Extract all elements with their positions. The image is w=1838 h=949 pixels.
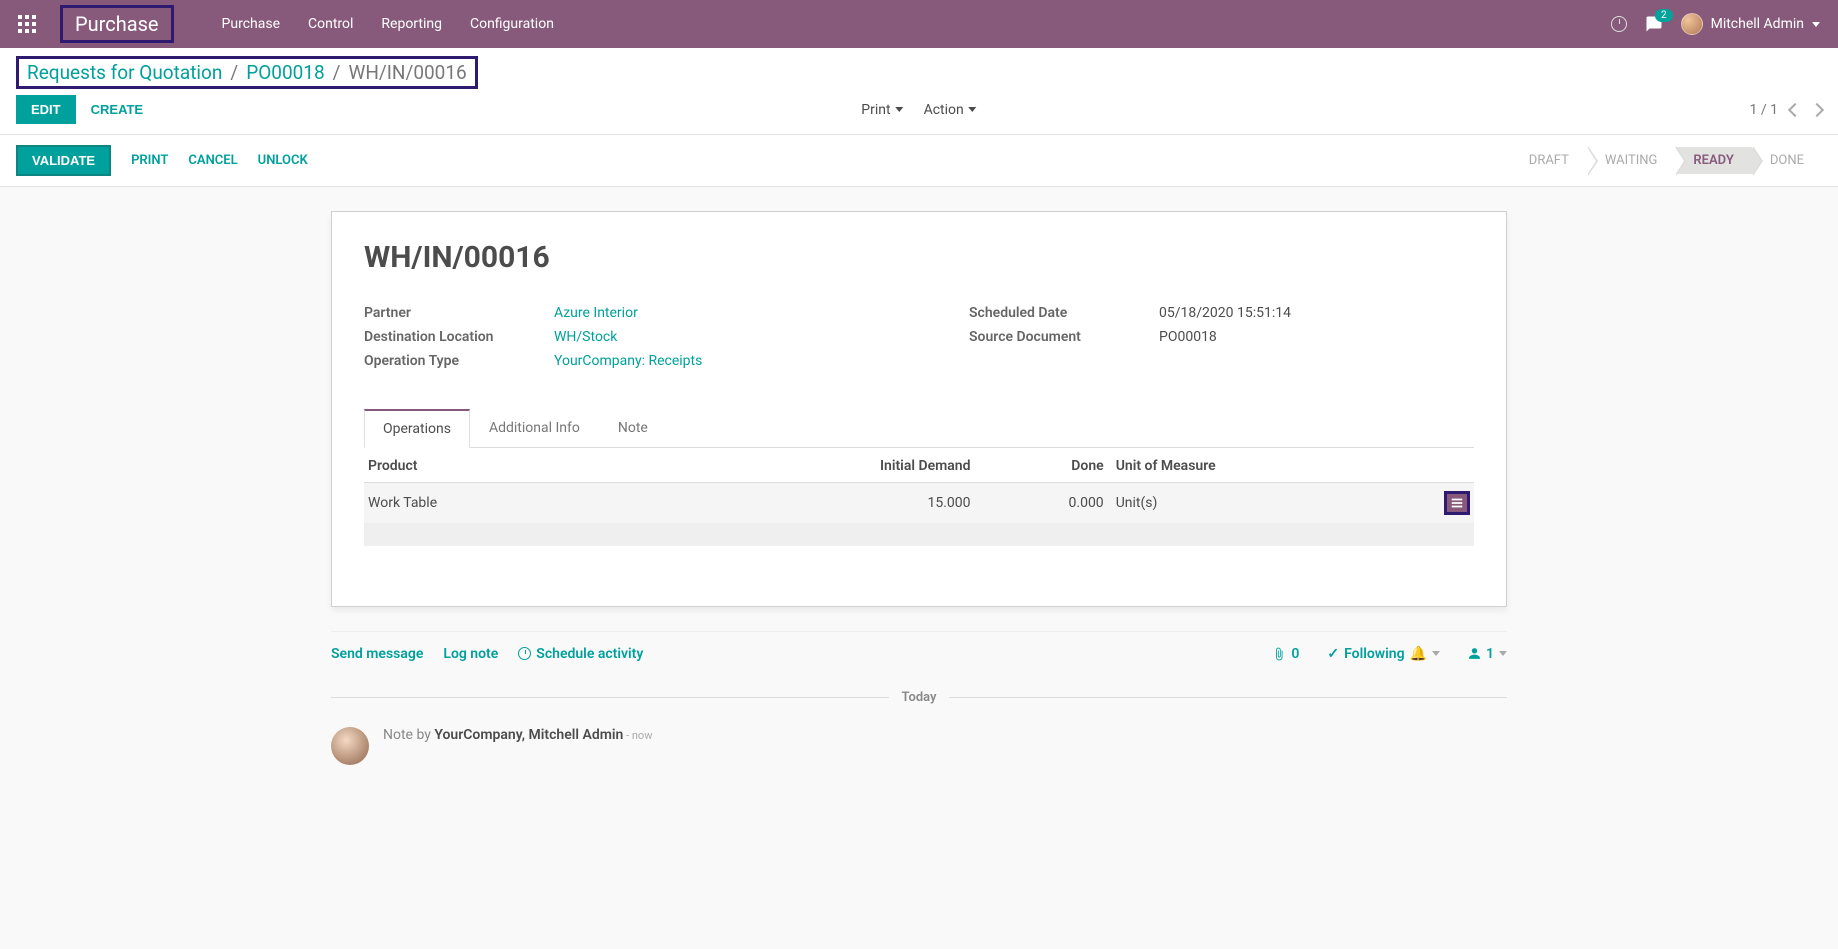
chevron-down-icon bbox=[969, 107, 977, 112]
col-product: Product bbox=[364, 448, 808, 483]
menu-configuration[interactable]: Configuration bbox=[470, 16, 554, 32]
chatter: Send message Log note Schedule activity … bbox=[331, 631, 1507, 773]
tab-operations[interactable]: Operations bbox=[364, 409, 470, 448]
breadcrumb-current: WH/IN/00016 bbox=[349, 61, 467, 84]
tab-additional-info[interactable]: Additional Info bbox=[470, 409, 599, 447]
col-done: Done bbox=[975, 448, 1108, 483]
validate-button[interactable]: VALIDATE bbox=[16, 145, 111, 176]
scheduled-date-value: 05/18/2020 15:51:14 bbox=[1159, 305, 1291, 321]
check-icon: ✓ bbox=[1327, 646, 1339, 662]
print-button[interactable]: PRINT bbox=[131, 153, 168, 168]
today-separator: Today bbox=[331, 690, 1507, 705]
top-menu: Purchase Control Reporting Configuration bbox=[222, 16, 554, 32]
activity-icon[interactable] bbox=[1611, 16, 1627, 32]
breadcrumb-root[interactable]: Requests for Quotation bbox=[27, 61, 222, 84]
avatar-icon bbox=[1681, 13, 1703, 35]
menu-reporting[interactable]: Reporting bbox=[381, 16, 442, 32]
apps-icon[interactable] bbox=[18, 15, 36, 33]
table-row[interactable]: Work Table 15.000 0.000 Unit(s) bbox=[364, 483, 1474, 524]
schedule-activity-button[interactable]: Schedule activity bbox=[518, 646, 643, 662]
user-name: Mitchell Admin bbox=[1711, 16, 1804, 32]
tabs: Operations Additional Info Note bbox=[364, 409, 1474, 448]
cell-done: 0.000 bbox=[975, 483, 1108, 524]
col-initial-demand: Initial Demand bbox=[808, 448, 975, 483]
following-button[interactable]: ✓ Following 🔔 bbox=[1327, 646, 1440, 662]
form-area: WH/IN/00016 Partner Azure Interior Desti… bbox=[0, 187, 1838, 631]
operation-type-label: Operation Type bbox=[364, 353, 554, 369]
top-right: 2 Mitchell Admin bbox=[1611, 13, 1820, 35]
pager-next-icon[interactable] bbox=[1810, 102, 1824, 116]
chevron-down-icon bbox=[896, 107, 904, 112]
message-item: Note by YourCompany, Mitchell Admin - no… bbox=[331, 719, 1507, 773]
chevron-down-icon bbox=[1499, 651, 1507, 656]
cell-product: Work Table bbox=[364, 483, 808, 524]
chevron-down-icon bbox=[1812, 22, 1820, 27]
create-button[interactable]: CREATE bbox=[76, 95, 158, 124]
breadcrumb-sep: / bbox=[333, 61, 341, 84]
detail-button[interactable] bbox=[1444, 491, 1470, 515]
menu-purchase[interactable]: Purchase bbox=[222, 16, 280, 32]
paperclip-icon bbox=[1272, 647, 1286, 661]
cell-uom: Unit(s) bbox=[1108, 483, 1386, 524]
breadcrumb-mid[interactable]: PO00018 bbox=[246, 61, 324, 84]
scheduled-date-label: Scheduled Date bbox=[969, 305, 1159, 321]
cell-initial: 15.000 bbox=[808, 483, 975, 524]
table-totals-row bbox=[364, 524, 1474, 546]
action-dropdown[interactable]: Action bbox=[924, 102, 977, 118]
note-time: - now bbox=[623, 729, 652, 742]
note-author: YourCompany, Mitchell Admin bbox=[434, 727, 623, 743]
destination-label: Destination Location bbox=[364, 329, 554, 345]
stage-draft[interactable]: DRAFT bbox=[1511, 147, 1587, 174]
person-icon bbox=[1468, 647, 1481, 660]
cancel-button[interactable]: CANCEL bbox=[188, 153, 237, 168]
attachments-button[interactable]: 0 bbox=[1272, 646, 1299, 662]
stage-waiting[interactable]: WAITING bbox=[1587, 147, 1676, 174]
breadcrumb: Requests for Quotation / PO00018 / WH/IN… bbox=[16, 56, 478, 89]
log-note-button[interactable]: Log note bbox=[443, 646, 498, 662]
status-bar: VALIDATE PRINT CANCEL UNLOCK DRAFT WAITI… bbox=[0, 135, 1838, 187]
print-dropdown[interactable]: Print bbox=[861, 102, 903, 118]
bell-icon: 🔔 bbox=[1410, 646, 1427, 662]
operations-table: Product Initial Demand Done Unit of Meas… bbox=[364, 448, 1474, 546]
destination-value[interactable]: WH/Stock bbox=[554, 329, 617, 345]
source-document-value: PO00018 bbox=[1159, 329, 1217, 345]
send-message-button[interactable]: Send message bbox=[331, 646, 423, 662]
operation-type-value[interactable]: YourCompany: Receipts bbox=[554, 353, 702, 369]
followers-button[interactable]: 1 bbox=[1468, 646, 1507, 662]
control-panel: Requests for Quotation / PO00018 / WH/IN… bbox=[0, 48, 1838, 135]
list-icon bbox=[1450, 496, 1464, 510]
app-brand-label: Purchase bbox=[75, 12, 159, 36]
partner-value[interactable]: Azure Interior bbox=[554, 305, 638, 321]
tab-note[interactable]: Note bbox=[599, 409, 667, 447]
menu-control[interactable]: Control bbox=[308, 16, 353, 32]
pager-text: 1 / 1 bbox=[1750, 102, 1778, 118]
app-brand[interactable]: Purchase bbox=[60, 5, 174, 43]
record-title: WH/IN/00016 bbox=[364, 240, 1474, 275]
user-menu[interactable]: Mitchell Admin bbox=[1681, 13, 1820, 35]
status-stages: DRAFT WAITING READY DONE bbox=[1511, 147, 1822, 174]
breadcrumb-sep: / bbox=[230, 61, 238, 84]
messages-count-badge: 2 bbox=[1655, 9, 1673, 22]
clock-icon bbox=[518, 647, 531, 660]
unlock-button[interactable]: UNLOCK bbox=[258, 153, 308, 168]
note-prefix: Note by bbox=[383, 727, 434, 743]
edit-button[interactable]: EDIT bbox=[16, 95, 76, 124]
messages-icon[interactable]: 2 bbox=[1645, 15, 1663, 33]
stage-ready[interactable]: READY bbox=[1675, 147, 1751, 174]
pager-prev-icon[interactable] bbox=[1788, 102, 1802, 116]
source-document-label: Source Document bbox=[969, 329, 1159, 345]
col-uom: Unit of Measure bbox=[1108, 448, 1386, 483]
partner-label: Partner bbox=[364, 305, 554, 321]
avatar-icon bbox=[331, 727, 369, 765]
top-navbar: Purchase Purchase Control Reporting Conf… bbox=[0, 0, 1838, 48]
chevron-down-icon bbox=[1432, 651, 1440, 656]
form-sheet: WH/IN/00016 Partner Azure Interior Desti… bbox=[331, 211, 1507, 607]
